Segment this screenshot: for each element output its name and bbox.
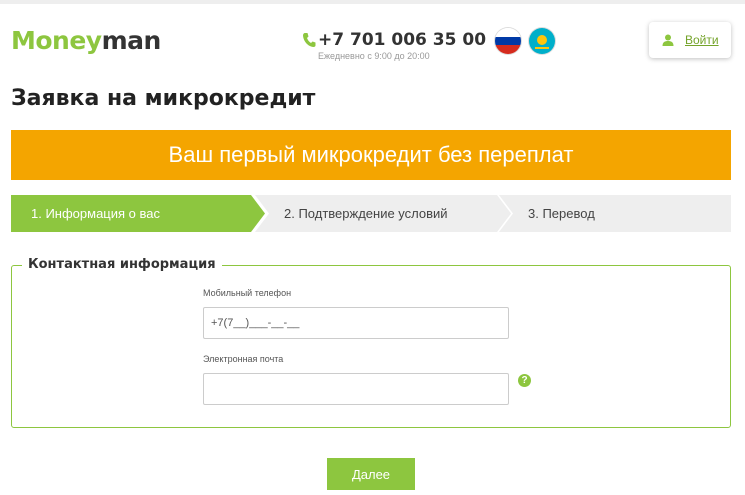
kazakhstan-flag-icon[interactable] bbox=[529, 28, 555, 54]
promo-banner: Ваш первый микрокредит без переплат bbox=[11, 130, 731, 180]
logo-part-man: man bbox=[101, 26, 162, 55]
next-button[interactable]: Далее bbox=[327, 458, 415, 490]
phone-icon bbox=[303, 33, 316, 47]
top-divider bbox=[0, 0, 745, 4]
user-icon bbox=[662, 34, 674, 46]
phone-input[interactable] bbox=[203, 307, 509, 339]
step-confirmation: 2. Подтверждение условий bbox=[255, 195, 511, 232]
help-icon[interactable]: ? bbox=[518, 374, 531, 387]
email-input[interactable] bbox=[203, 373, 509, 405]
progress-steps: 1. Информация о вас 2. Подтверждение усл… bbox=[11, 195, 731, 232]
working-hours: Ежедневно с 9:00 до 20:00 bbox=[318, 51, 430, 61]
login-button[interactable]: Войти bbox=[649, 22, 731, 58]
login-label[interactable]: Войти bbox=[685, 33, 719, 47]
phone-number[interactable]: +7 701 006 35 00 bbox=[318, 30, 486, 50]
email-field-label: Электронная почта bbox=[203, 354, 284, 364]
phone-field-label: Мобильный телефон bbox=[203, 288, 292, 298]
step-transfer: 3. Перевод bbox=[499, 195, 731, 232]
moneyman-logo[interactable]: Moneyman bbox=[11, 26, 161, 55]
russia-flag-icon[interactable] bbox=[495, 28, 521, 54]
page-title: Заявка на микрокредит bbox=[11, 86, 316, 111]
logo-part-money: Money bbox=[11, 26, 102, 55]
section-legend: Контактная информация bbox=[22, 257, 222, 272]
step-information: 1. Информация о вас bbox=[11, 195, 265, 232]
